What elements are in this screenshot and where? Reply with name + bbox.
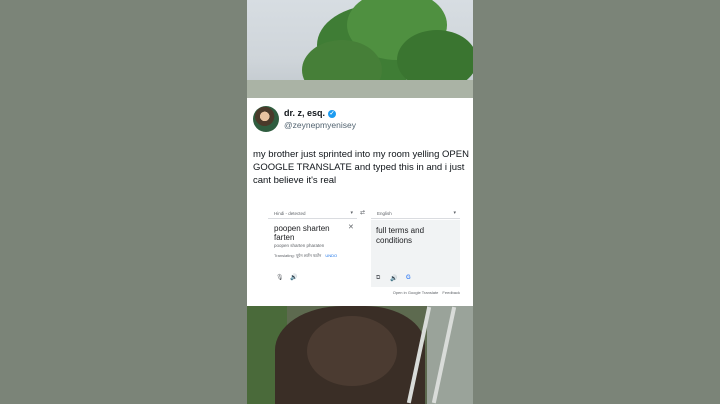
microphone-icon: 🎙 xyxy=(276,275,284,281)
target-language-selector: English ▾ xyxy=(371,208,460,219)
swap-languages-icon: ⇄ xyxy=(360,210,366,216)
avatar[interactable] xyxy=(253,106,279,132)
open-in-translate-link: Open in Google Translate xyxy=(392,290,439,295)
feedback-link: Feedback xyxy=(442,290,460,295)
speaker-icon: 🔊 xyxy=(390,276,398,282)
copy-icon: ⧉ xyxy=(376,275,381,281)
tweet-card: dr. z, esq. ✓ @zeynepmyenisey my brother … xyxy=(247,98,473,306)
close-icon: ✕ xyxy=(348,224,354,231)
verified-badge-icon: ✓ xyxy=(328,109,337,118)
source-language-selector: Hindi - detected ▾ xyxy=(268,208,357,219)
user-handle[interactable]: @zeynepmyenisey xyxy=(284,120,356,130)
speaker-icon: 🔊 xyxy=(290,275,298,281)
chevron-down-icon: ▾ xyxy=(350,210,353,216)
display-name[interactable]: dr. z, esq. ✓ xyxy=(284,108,337,118)
translation-panel: full terms and conditions ⧉ 🔊 G xyxy=(371,220,460,287)
tweet-text: my brother just sprinted into my room ye… xyxy=(253,149,469,186)
chevron-down-icon: ▾ xyxy=(453,210,456,216)
translate-screenshot: Hindi - detected ▾ ⇄ English ▾ poopen sh… xyxy=(268,208,460,300)
translate-footer: Open in Google Translate Feedback xyxy=(268,290,460,295)
transliteration-text: poopen sharten pharaten xyxy=(274,243,325,248)
google-icon: G xyxy=(406,275,411,281)
video-frame: dr. z, esq. ✓ @zeynepmyenisey my brother … xyxy=(247,0,473,404)
translated-text: full terms and conditions xyxy=(376,226,425,245)
top-photo-trees xyxy=(247,0,473,98)
source-text: poopen sharten farten xyxy=(274,224,330,242)
translating-hint: Translating: पूपेन शार्टेन फार्टेन UNDO xyxy=(274,253,338,258)
bottom-photo-animal xyxy=(247,306,473,404)
